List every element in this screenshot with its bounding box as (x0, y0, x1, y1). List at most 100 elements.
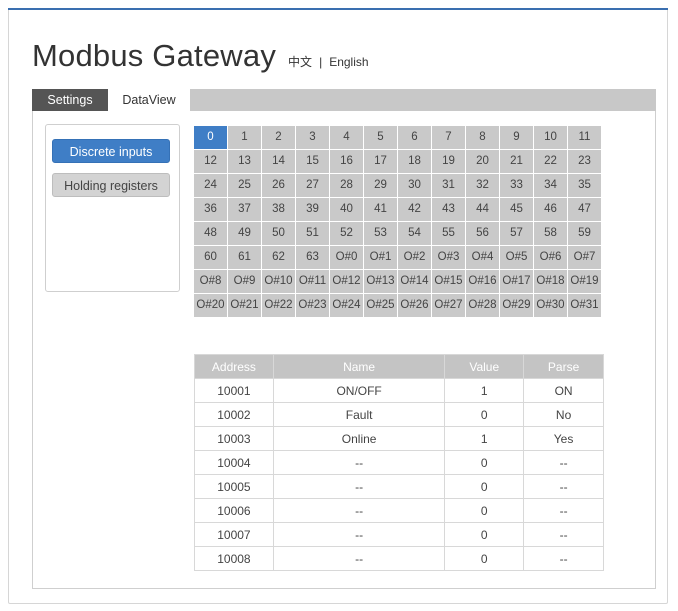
grid-cell[interactable]: 8 (466, 126, 499, 149)
grid-cell[interactable]: O#28 (466, 294, 499, 317)
grid-cell[interactable]: O#22 (262, 294, 295, 317)
grid-cell[interactable]: 27 (296, 174, 329, 197)
grid-cell[interactable]: 22 (534, 150, 567, 173)
grid-cell[interactable]: 58 (534, 222, 567, 245)
grid-cell[interactable]: O#18 (534, 270, 567, 293)
grid-cell[interactable]: 40 (330, 198, 363, 221)
grid-cell[interactable]: O#2 (398, 246, 431, 269)
grid-cell[interactable]: O#19 (568, 270, 601, 293)
grid-cell[interactable]: 5 (364, 126, 397, 149)
grid-cell[interactable]: 47 (568, 198, 601, 221)
grid-cell[interactable]: O#21 (228, 294, 261, 317)
grid-cell[interactable]: O#5 (500, 246, 533, 269)
grid-cell[interactable]: 57 (500, 222, 533, 245)
grid-cell[interactable]: 25 (228, 174, 261, 197)
grid-cell[interactable]: O#13 (364, 270, 397, 293)
grid-cell[interactable]: 9 (500, 126, 533, 149)
grid-cell[interactable]: 1 (228, 126, 261, 149)
grid-cell[interactable]: 48 (194, 222, 227, 245)
grid-cell[interactable]: O#20 (194, 294, 227, 317)
grid-cell[interactable]: 13 (228, 150, 261, 173)
tab-dataview[interactable]: DataView (108, 89, 190, 111)
grid-cell[interactable]: O#0 (330, 246, 363, 269)
grid-cell[interactable]: O#10 (262, 270, 295, 293)
grid-cell[interactable]: 7 (432, 126, 465, 149)
grid-cell[interactable]: 6 (398, 126, 431, 149)
grid-cell[interactable]: 62 (262, 246, 295, 269)
grid-cell[interactable]: O#14 (398, 270, 431, 293)
grid-cell[interactable]: 11 (568, 126, 601, 149)
discrete-inputs-button[interactable]: Discrete inputs (52, 139, 170, 163)
grid-cell[interactable]: O#1 (364, 246, 397, 269)
grid-cell[interactable]: O#4 (466, 246, 499, 269)
grid-cell[interactable]: 20 (466, 150, 499, 173)
grid-cell[interactable]: 44 (466, 198, 499, 221)
grid-cell[interactable]: O#16 (466, 270, 499, 293)
grid-cell[interactable]: 17 (364, 150, 397, 173)
grid-cell[interactable]: O#29 (500, 294, 533, 317)
grid-cell[interactable]: 52 (330, 222, 363, 245)
grid-cell[interactable]: 43 (432, 198, 465, 221)
grid-cell[interactable]: O#6 (534, 246, 567, 269)
grid-cell[interactable]: 36 (194, 198, 227, 221)
grid-cell[interactable]: 12 (194, 150, 227, 173)
grid-cell[interactable]: 33 (500, 174, 533, 197)
grid-cell[interactable]: 46 (534, 198, 567, 221)
grid-cell[interactable]: 63 (296, 246, 329, 269)
grid-cell[interactable]: 0 (194, 126, 227, 149)
grid-cell[interactable]: O#24 (330, 294, 363, 317)
grid-cell[interactable]: 4 (330, 126, 363, 149)
holding-registers-button[interactable]: Holding registers (52, 173, 170, 197)
grid-cell[interactable]: 24 (194, 174, 227, 197)
grid-cell[interactable]: 30 (398, 174, 431, 197)
grid-cell[interactable]: O#15 (432, 270, 465, 293)
lang-chinese-link[interactable]: 中文 (288, 55, 312, 69)
grid-cell[interactable]: 60 (194, 246, 227, 269)
grid-cell[interactable]: O#23 (296, 294, 329, 317)
grid-cell[interactable]: O#31 (568, 294, 601, 317)
grid-cell[interactable]: O#8 (194, 270, 227, 293)
grid-cell[interactable]: 54 (398, 222, 431, 245)
grid-cell[interactable]: 32 (466, 174, 499, 197)
grid-cell[interactable]: 53 (364, 222, 397, 245)
grid-cell[interactable]: 26 (262, 174, 295, 197)
grid-cell[interactable]: 61 (228, 246, 261, 269)
grid-cell[interactable]: 14 (262, 150, 295, 173)
grid-cell[interactable]: 59 (568, 222, 601, 245)
grid-cell[interactable]: 18 (398, 150, 431, 173)
grid-cell[interactable]: O#3 (432, 246, 465, 269)
grid-cell[interactable]: 3 (296, 126, 329, 149)
grid-cell[interactable]: 34 (534, 174, 567, 197)
grid-cell[interactable]: 28 (330, 174, 363, 197)
grid-cell[interactable]: 15 (296, 150, 329, 173)
grid-cell[interactable]: 49 (228, 222, 261, 245)
grid-cell[interactable]: 50 (262, 222, 295, 245)
grid-cell[interactable]: 29 (364, 174, 397, 197)
grid-cell[interactable]: 19 (432, 150, 465, 173)
grid-cell[interactable]: 41 (364, 198, 397, 221)
grid-cell[interactable]: 39 (296, 198, 329, 221)
grid-cell[interactable]: O#12 (330, 270, 363, 293)
grid-cell[interactable]: O#26 (398, 294, 431, 317)
grid-cell[interactable]: O#25 (364, 294, 397, 317)
grid-cell[interactable]: 51 (296, 222, 329, 245)
grid-cell[interactable]: O#27 (432, 294, 465, 317)
grid-cell[interactable]: 38 (262, 198, 295, 221)
grid-cell[interactable]: 31 (432, 174, 465, 197)
grid-cell[interactable]: 37 (228, 198, 261, 221)
grid-cell[interactable]: O#30 (534, 294, 567, 317)
grid-cell[interactable]: 45 (500, 198, 533, 221)
lang-english-link[interactable]: English (329, 55, 368, 69)
grid-cell[interactable]: 10 (534, 126, 567, 149)
grid-cell[interactable]: 2 (262, 126, 295, 149)
grid-cell[interactable]: 56 (466, 222, 499, 245)
grid-cell[interactable]: 21 (500, 150, 533, 173)
grid-cell[interactable]: O#7 (568, 246, 601, 269)
grid-cell[interactable]: 55 (432, 222, 465, 245)
grid-cell[interactable]: 42 (398, 198, 431, 221)
grid-cell[interactable]: O#17 (500, 270, 533, 293)
grid-cell[interactable]: 23 (568, 150, 601, 173)
tab-settings[interactable]: Settings (32, 89, 108, 111)
grid-cell[interactable]: 16 (330, 150, 363, 173)
grid-cell[interactable]: O#11 (296, 270, 329, 293)
